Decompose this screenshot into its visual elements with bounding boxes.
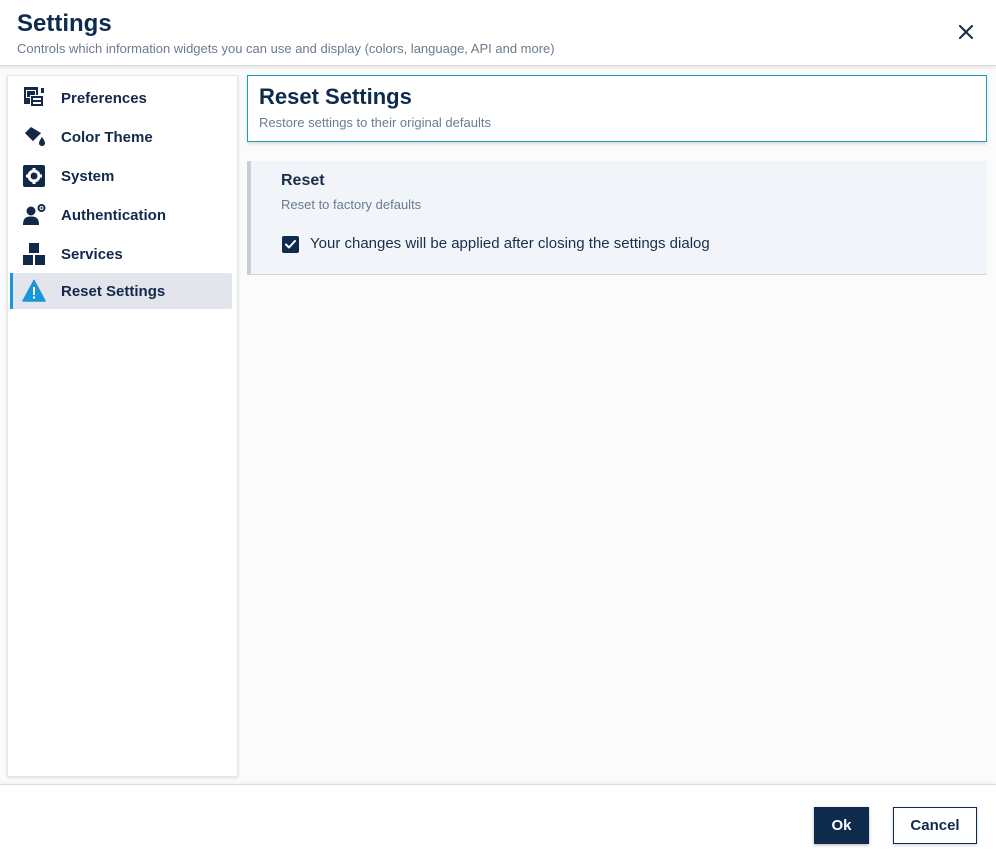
sidebar-item-services[interactable]: Services <box>10 236 232 272</box>
sidebar-item-label: Reset Settings <box>61 282 166 300</box>
sidebar-item-preferences[interactable]: Preferences <box>10 80 232 116</box>
close-icon <box>959 25 973 39</box>
reset-section-subtitle: Reset to factory defaults <box>281 197 422 212</box>
reset-section: Reset Reset to factory defaults Your cha… <box>247 161 987 275</box>
cancel-button[interactable]: Cancel <box>893 807 977 844</box>
sidebar-item-authentication[interactable]: Authentication <box>10 197 232 233</box>
close-button[interactable] <box>952 18 980 46</box>
checkmark-icon <box>285 240 296 249</box>
sidebar-item-reset-settings[interactable]: Reset Settings <box>10 273 232 309</box>
sidebar-item-color-theme[interactable]: Color Theme <box>10 119 232 155</box>
sidebar-item-label: System <box>61 167 115 185</box>
cubes-icon <box>22 242 46 266</box>
page-subtitle: Restore settings to their original defau… <box>259 115 491 130</box>
dialog-footer: Ok Cancel <box>0 784 996 864</box>
gear-icon <box>22 164 46 188</box>
paint-bucket-icon <box>22 125 46 149</box>
sidebar-item-label: Preferences <box>61 89 147 107</box>
preferences-icon <box>22 86 46 110</box>
sidebar-item-label: Services <box>61 245 123 263</box>
warning-icon <box>22 279 46 303</box>
dialog-header: Settings Controls which information widg… <box>0 0 996 66</box>
reset-section-title: Reset <box>281 172 325 189</box>
sidebar: Preferences Color Theme System Authentic… <box>7 75 238 777</box>
apply-changes-checkbox[interactable] <box>282 236 299 253</box>
page-title: Reset Settings <box>259 84 412 109</box>
sidebar-item-system[interactable]: System <box>10 158 232 194</box>
dialog-title: Settings <box>17 10 112 37</box>
dialog-subtitle: Controls which information widgets you c… <box>17 41 555 56</box>
user-gear-icon <box>22 203 46 227</box>
ok-button[interactable]: Ok <box>814 807 869 844</box>
checkbox-label[interactable]: Your changes will be applied after closi… <box>310 235 710 252</box>
sidebar-item-label: Authentication <box>61 206 166 224</box>
content-header: Reset Settings Restore settings to their… <box>247 75 987 142</box>
sidebar-item-label: Color Theme <box>61 128 153 146</box>
